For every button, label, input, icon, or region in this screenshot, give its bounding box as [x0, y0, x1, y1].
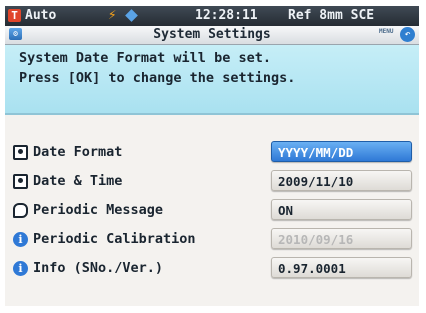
reference-info: Ref 8mm SCE: [288, 8, 375, 23]
clock: 12:28:11: [195, 8, 258, 23]
setting-date-time[interactable]: Date & Time 2009/11/10: [5, 169, 419, 195]
setting-date-format[interactable]: Date Format YYYY/MM/DD: [5, 140, 419, 166]
setting-value-field: 2010/09/16: [271, 228, 412, 249]
setting-label: Date & Time: [33, 173, 123, 189]
setting-periodic-message[interactable]: Periodic Message ON: [5, 198, 419, 224]
setting-value-field[interactable]: 0.97.0001: [271, 257, 412, 278]
connection-icon: [125, 9, 138, 22]
message-line-1: System Date Format will be set.: [19, 50, 271, 66]
user-icon: [13, 145, 28, 160]
menu-label: MENU: [379, 28, 394, 35]
message-line-2: Press [OK] to change the settings.: [19, 70, 296, 86]
target-mode-icon: T: [8, 9, 21, 22]
title-bar: ⚙ System Settings MENU ↶: [5, 26, 419, 45]
setting-value-field[interactable]: YYYY/MM/DD: [271, 141, 412, 162]
status-bar: T Auto ⚡ 12:28:11 Ref 8mm SCE: [5, 6, 419, 26]
setting-label: Periodic Message: [33, 202, 164, 218]
info-icon: i: [13, 261, 28, 276]
setting-value-field[interactable]: 2009/11/10: [271, 170, 412, 191]
setting-label: Periodic Calibration: [33, 231, 196, 247]
instruction-message: System Date Format will be set. Press [O…: [5, 45, 419, 115]
back-arrow-icon: ↶: [400, 27, 415, 42]
setting-periodic-calibration[interactable]: i Periodic Calibration 2010/09/16: [5, 227, 419, 253]
info-icon: i: [13, 232, 28, 247]
menu-back-button[interactable]: MENU ↶: [379, 27, 415, 42]
user-icon: [13, 174, 28, 189]
setting-value-field[interactable]: ON: [271, 199, 412, 220]
measurement-mode: Auto: [25, 8, 57, 23]
setting-label: Info (SNo./Ver.): [33, 260, 164, 276]
screen: T Auto ⚡ 12:28:11 Ref 8mm SCE ⚙ System S…: [5, 6, 419, 306]
page-title: System Settings: [153, 27, 271, 42]
setting-info[interactable]: i Info (SNo./Ver.) 0.97.0001: [5, 256, 419, 282]
power-icon: ⚡: [108, 7, 117, 23]
device-frame: T Auto ⚡ 12:28:11 Ref 8mm SCE ⚙ System S…: [0, 0, 426, 313]
setting-label: Date Format: [33, 144, 123, 160]
message-icon: [13, 203, 28, 218]
